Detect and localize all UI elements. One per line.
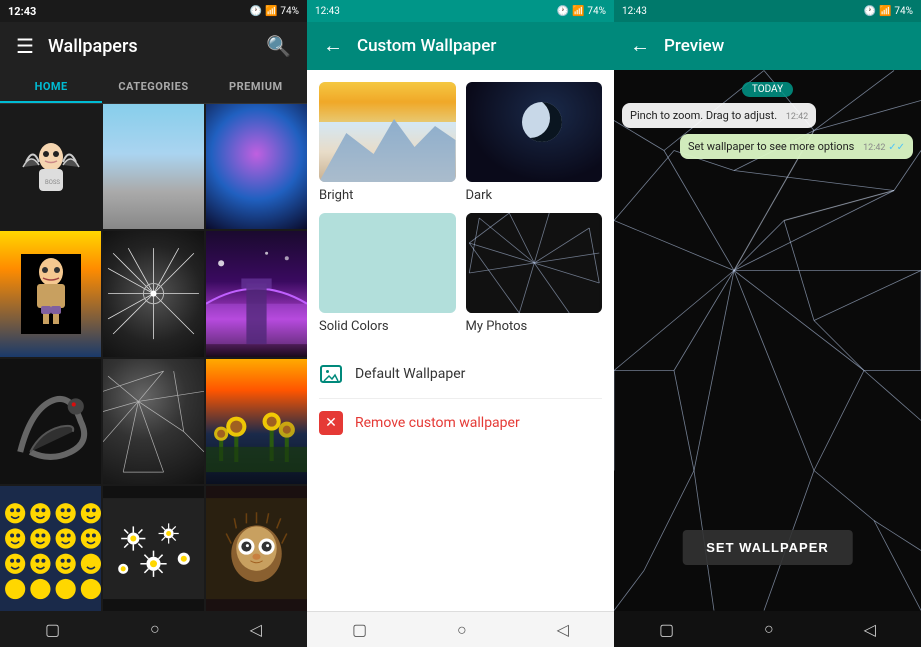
nav-triangle-2[interactable]: ◁ [557,620,569,639]
wallpaper-item-8[interactable] [103,359,204,484]
wallpaper-item-2[interactable] [103,104,204,229]
tab-premium[interactable]: PREMIUM [205,70,307,103]
bubble2-time: 12:42 [863,143,885,153]
wallpaper-item-9[interactable] [206,359,307,484]
tab-home[interactable]: HOME [0,70,102,103]
wallpaper-item-10[interactable] [0,486,101,611]
my-photos-thumbnail [466,213,603,313]
wallpaper-item-6[interactable] [206,231,307,356]
battery-icon-3: 74% [894,6,913,17]
status-bar-1: 12:43 🕐 📶 74% [0,0,307,22]
wallpaper-grid: BOSS [0,104,307,611]
wallpapers-panel: 12:43 🕐 📶 74% ☰ Wallpapers 🔍 HOME CATEGO… [0,0,307,647]
preview-background: TODAY Pinch to zoom. Drag to adjust. 12:… [614,70,921,611]
default-wallpaper-icon [319,362,343,386]
nav-square-3[interactable]: ▢ [659,620,674,639]
wifi-icon-3: 📶 [879,6,891,17]
preview-panel: 12:43 🕐 📶 74% ← Preview [614,0,921,647]
wallpapers-title: Wallpapers [48,36,252,57]
wifi-icon: 📶 [265,6,277,17]
menu-button[interactable]: ☰ [12,30,38,63]
dark-thumbnail [466,82,603,182]
tab-categories[interactable]: CATEGORIES [102,70,204,103]
back-button-3[interactable]: ← [626,31,654,62]
nav-bar-2: ▢ ○ ◁ [307,611,614,647]
remove-wallpaper-label: Remove custom wallpaper [355,415,520,431]
my-photos-option[interactable]: My Photos [466,213,603,334]
custom-wallpaper-content: Bright Dark Solid Colors [307,70,614,611]
wifi-icon-2: 📶 [572,6,584,17]
wallpaper-item-1[interactable]: BOSS [0,104,101,229]
wallpaper-item-5[interactable] [103,231,204,356]
status-icons-1: 🕐 📶 74% [250,6,299,17]
preview-title: Preview [664,36,724,56]
status-icons-2: 🕐 📶 74% [557,6,606,17]
nav-triangle-1[interactable]: ◁ [250,620,262,639]
wallpaper-item-4[interactable] [0,231,101,356]
battery-icon-2: 74% [587,6,606,17]
alarm-icon-3: 🕐 [864,6,876,17]
battery-icon: 74% [280,6,299,17]
wallpaper-item-7[interactable] [0,359,101,484]
preview-toolbar: ← Preview [614,22,921,70]
nav-bar-3: ▢ ○ ◁ [614,611,921,647]
nav-triangle-3[interactable]: ◁ [864,620,876,639]
chat-tick: ✓✓ [888,142,905,153]
wallpaper-item-11[interactable] [103,486,204,611]
solid-colors-label: Solid Colors [319,319,456,334]
bright-thumbnail [319,82,456,182]
remove-wallpaper-icon: ✕ [319,411,343,435]
my-photos-label: My Photos [466,319,603,334]
nav-square-2[interactable]: ▢ [352,620,367,639]
bubble1-text: Pinch to zoom. Drag to adjust. [630,109,777,122]
bright-label: Bright [319,188,456,203]
custom-wallpaper-toolbar: ← Custom Wallpaper [307,22,614,70]
wallpaper-options-grid: Bright Dark Solid Colors [319,82,602,334]
chat-bubble-2: Set wallpaper to see more options 12:42 … [680,134,913,159]
nav-circle-1[interactable]: ○ [150,619,160,639]
bubble1-time: 12:42 [786,112,808,122]
wallpaper-item-12[interactable] [206,486,307,611]
back-button-2[interactable]: ← [319,31,347,62]
remove-wallpaper-item[interactable]: ✕ Remove custom wallpaper [319,399,602,447]
status-bar-2: 12:43 🕐 📶 74% [307,0,614,22]
chat-overlay: TODAY Pinch to zoom. Drag to adjust. 12:… [614,82,921,159]
bubble2-text: Set wallpaper to see more options [688,140,854,153]
custom-wallpaper-title: Custom Wallpaper [357,36,496,56]
status-bar-3: 12:43 🕐 📶 74% [614,0,921,22]
chat-bubble-1: Pinch to zoom. Drag to adjust. 12:42 [622,103,816,128]
alarm-icon: 🕐 [250,6,262,17]
dark-label: Dark [466,188,603,203]
set-wallpaper-button[interactable]: SET WALLPAPER [682,530,853,565]
status-icons-3: 🕐 📶 74% [864,6,913,17]
wallpaper-item-3[interactable] [206,104,307,229]
default-wallpaper-item[interactable]: Default Wallpaper [319,350,602,399]
solid-colors-option[interactable]: Solid Colors [319,213,456,334]
time-2: 12:43 [315,6,340,17]
custom-wallpaper-panel: 12:43 🕐 📶 74% ← Custom Wallpaper Bright [307,0,614,647]
tabs: HOME CATEGORIES PREMIUM [0,70,307,104]
nav-square-1[interactable]: ▢ [45,620,60,639]
alarm-icon-2: 🕐 [557,6,569,17]
date-badge: TODAY [742,82,793,97]
nav-circle-3[interactable]: ○ [764,619,774,639]
time-1: 12:43 [8,5,36,18]
nav-circle-2[interactable]: ○ [457,620,467,640]
svg-text:BOSS: BOSS [45,179,60,186]
time-3: 12:43 [622,6,647,17]
bright-option[interactable]: Bright [319,82,456,203]
search-button[interactable]: 🔍 [262,30,295,63]
dark-option[interactable]: Dark [466,82,603,203]
nav-bar-1: ▢ ○ ◁ [0,611,307,647]
default-wallpaper-label: Default Wallpaper [355,366,465,382]
wallpapers-toolbar: ☰ Wallpapers 🔍 [0,22,307,70]
solid-colors-thumbnail [319,213,456,313]
